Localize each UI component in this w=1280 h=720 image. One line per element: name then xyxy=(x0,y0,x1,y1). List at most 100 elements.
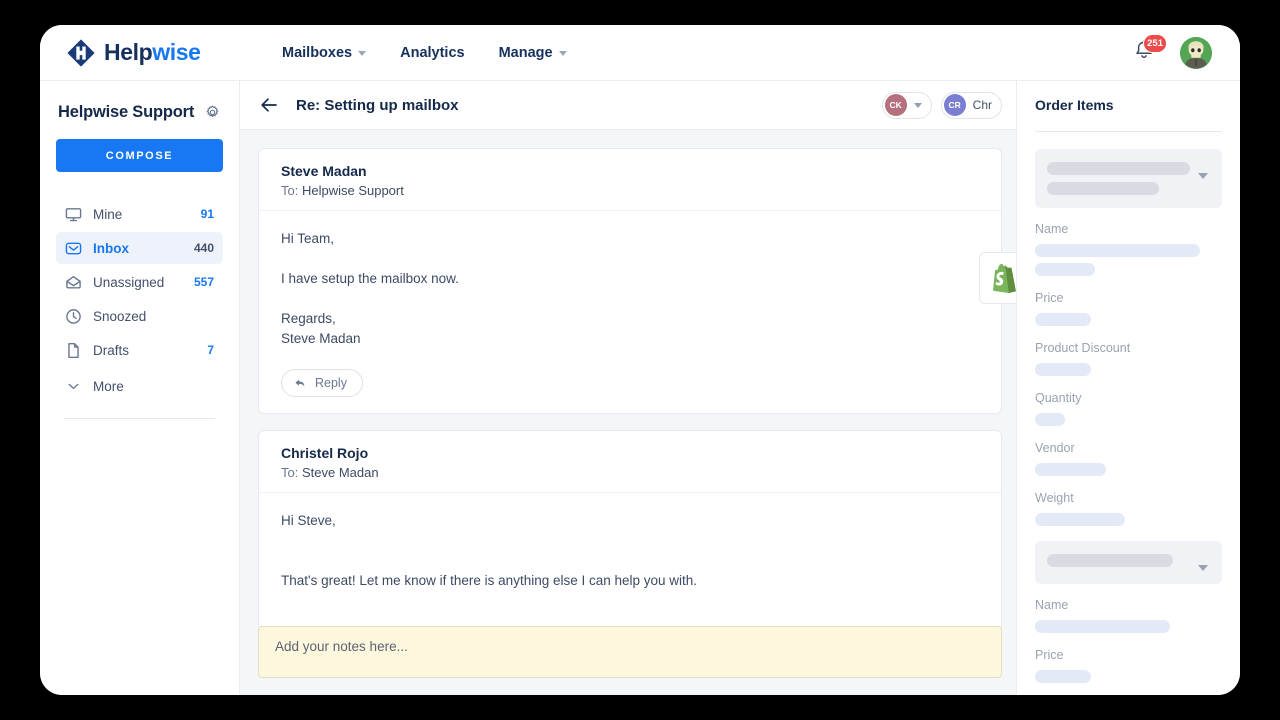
order-field-name: Name xyxy=(1035,598,1222,633)
order-field-label: Vendor xyxy=(1035,441,1075,455)
brand-name-accent: wise xyxy=(152,39,201,65)
monitor-icon xyxy=(65,206,82,223)
message-line: Regards, xyxy=(281,311,336,326)
conversation-header: Re: Setting up mailbox CK CR Chr xyxy=(240,81,1016,130)
gear-icon[interactable] xyxy=(204,104,221,121)
message-line: Hi Team, xyxy=(281,231,335,246)
message-body: Hi Steve, That's great! Let me know if t… xyxy=(259,493,1001,611)
order-field-label: Quantity xyxy=(1035,391,1082,405)
notes-input[interactable] xyxy=(258,626,1002,678)
message-footer: Reply xyxy=(259,369,1001,413)
skeleton-bar xyxy=(1035,313,1092,326)
skeleton-bar xyxy=(1035,620,1170,633)
nav-item-manage[interactable]: Manage xyxy=(499,45,567,61)
order-item-selector[interactable] xyxy=(1035,541,1222,584)
panel-title: Order Items xyxy=(1035,97,1114,113)
order-field-name: Name xyxy=(1035,222,1222,276)
compose-button[interactable]: COMPOSE xyxy=(56,139,223,172)
order-item-placeholder xyxy=(1047,554,1190,567)
skeleton-bar xyxy=(1035,244,1200,257)
user-avatar[interactable] xyxy=(1180,36,1212,69)
skeleton-bar xyxy=(1047,162,1190,175)
chevron-down-icon xyxy=(358,51,367,56)
nav-item-analytics[interactable]: Analytics xyxy=(400,45,464,61)
sidebar-label-snoozed: Snoozed xyxy=(93,308,147,324)
skeleton-bar xyxy=(1035,363,1092,376)
sidebar-count-drafts: 7 xyxy=(207,343,214,357)
reply-button[interactable]: Reply xyxy=(281,369,363,397)
nav-item-mailboxes[interactable]: Mailboxes xyxy=(282,45,367,61)
order-item-selector[interactable] xyxy=(1035,149,1222,208)
message-line: I have setup the mailbox now. xyxy=(281,271,459,286)
helpwise-logo[interactable]: Helpwise xyxy=(66,38,268,68)
clock-icon xyxy=(65,308,82,325)
helpwise-diamond-logo-icon xyxy=(66,38,96,68)
message-header: Steve Madan To: Helpwise Support xyxy=(259,149,1001,211)
sidebar-item-inbox[interactable]: Inbox 440 xyxy=(56,232,223,264)
shopify-integration-badge[interactable] xyxy=(979,252,1016,304)
message-to-label: To: xyxy=(281,183,299,198)
order-field-label: Price xyxy=(1035,291,1064,305)
message-body: Hi Team, I have setup the mailbox now. R… xyxy=(259,211,1001,369)
order-items-panel: Order Items Name Price Product Discount … xyxy=(1016,81,1240,695)
brand-name-primary: Help xyxy=(104,39,153,65)
message-body-spacer xyxy=(259,611,1001,626)
assignee-chip-ck[interactable]: CK xyxy=(881,91,932,119)
sidebar-item-more[interactable]: More xyxy=(56,370,223,402)
skeleton-bar xyxy=(1035,513,1125,526)
message-sender: Steve Madan xyxy=(281,163,367,179)
chevron-down-icon xyxy=(1198,565,1208,571)
chevron-down-icon xyxy=(65,378,82,395)
message-list[interactable]: Steve Madan To: Helpwise Support Hi Team… xyxy=(240,130,1016,626)
reply-button-label: Reply xyxy=(315,376,347,390)
sidebar-item-unassigned[interactable]: Unassigned 557 xyxy=(56,266,223,298)
assignee-chip-cr[interactable]: CR Chr xyxy=(940,91,1002,119)
topbar-actions: 251 xyxy=(1132,33,1218,69)
message-to-label: To: xyxy=(281,465,299,480)
assignee-chips: CK CR Chr xyxy=(881,91,1004,119)
inbox-icon xyxy=(65,240,82,257)
assignee-avatar-cr: CR xyxy=(943,94,966,116)
message-card: Steve Madan To: Helpwise Support Hi Team… xyxy=(258,148,1016,414)
back-arrow-icon[interactable] xyxy=(258,94,280,116)
order-field-product-discount: Product Discount xyxy=(1035,341,1222,376)
user-avatar-icon xyxy=(1180,36,1212,69)
shopify-icon xyxy=(993,263,1016,293)
message-recipient: To: Steve Madan xyxy=(281,465,979,480)
order-field-label: Weight xyxy=(1035,491,1074,505)
skeleton-bar xyxy=(1035,413,1065,426)
chevron-down-icon xyxy=(1198,173,1208,179)
chevron-down-icon xyxy=(558,51,567,56)
order-field-label: Name xyxy=(1035,222,1069,236)
message-recipient: To: Helpwise Support xyxy=(281,183,979,198)
skeleton-bar xyxy=(1035,463,1107,476)
order-field-label: Product Discount xyxy=(1035,341,1131,355)
message-line: Hi Steve, xyxy=(281,513,336,528)
sidebar-label-inbox: Inbox xyxy=(93,240,129,256)
message-card: Christel Rojo To: Steve Madan Hi Steve, … xyxy=(258,430,1002,626)
order-field-label: Price xyxy=(1035,648,1064,662)
main-menu: Mailboxes Analytics Manage xyxy=(282,45,567,61)
app-window: Helpwise Mailboxes Analytics Manage 251 … xyxy=(40,25,1240,695)
sidebar-label-more: More xyxy=(93,378,124,394)
reply-arrow-icon xyxy=(294,377,307,390)
message-to-value: Helpwise Support xyxy=(301,183,404,198)
message-header: Christel Rojo To: Steve Madan xyxy=(259,431,1001,493)
sidebar-header: Helpwise Support xyxy=(56,103,223,122)
brand-wordmark: Helpwise xyxy=(104,41,201,64)
conversation-title: Re: Setting up mailbox xyxy=(296,96,459,114)
skeleton-bar xyxy=(1047,554,1173,567)
sidebar-item-drafts[interactable]: Drafts 7 xyxy=(56,334,223,366)
notifications-button[interactable]: 251 xyxy=(1132,33,1167,67)
sidebar-item-snoozed[interactable]: Snoozed xyxy=(56,300,223,332)
sidebar: Helpwise Support COMPOSE Mine 91 Inbox 4… xyxy=(40,81,240,695)
sidebar-item-mine[interactable]: Mine 91 xyxy=(56,198,223,230)
top-navigation-bar: Helpwise Mailboxes Analytics Manage 251 xyxy=(40,25,1240,81)
order-field-price: Price xyxy=(1035,648,1222,683)
conversation-column: Re: Setting up mailbox CK CR Chr Steve M… xyxy=(240,81,1016,695)
sidebar-divider xyxy=(64,418,215,419)
nav-label-manage: Manage xyxy=(498,44,553,61)
message-sender: Christel Rojo xyxy=(281,445,369,461)
